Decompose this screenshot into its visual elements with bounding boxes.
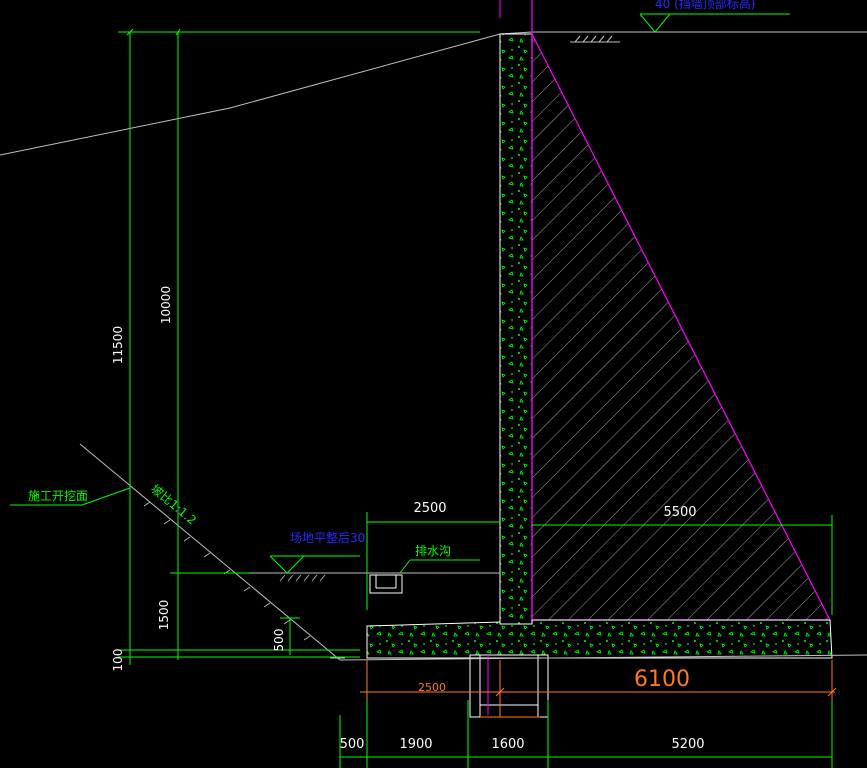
drain-label: 排水沟 <box>415 544 451 558</box>
base-dimension-orange <box>360 660 837 700</box>
dim-left-width: 2500 <box>413 501 446 516</box>
dim-wall-height: 10000 <box>159 286 173 324</box>
dim-base-total: 6100 <box>634 667 690 692</box>
dim-right-width: 5500 <box>663 505 696 520</box>
site-level-hatch <box>279 574 326 582</box>
excavation-label: 施工开挖面 <box>28 488 88 503</box>
shear-key <box>469 654 549 718</box>
dim-100: 100 <box>111 649 125 672</box>
base-slab <box>366 619 833 659</box>
backfill-wedge <box>531 33 831 621</box>
top-ground-hatch <box>570 35 620 43</box>
vertical-dimensions <box>118 28 480 665</box>
site-level-label: 场地平整后30 <box>290 530 365 545</box>
dim-bottom-500: 500 <box>340 737 365 752</box>
dim-total-height: 11500 <box>111 326 125 364</box>
excavation-slope <box>79 443 341 661</box>
top-level-label: 40 (挡墙顶部标高) <box>655 0 755 11</box>
dim-bottom-1600: 1600 <box>491 737 524 752</box>
drain-ditch <box>369 574 403 594</box>
drain-label-leader: 排水沟 <box>399 544 480 574</box>
dim-heel-height: 1500 <box>157 600 171 631</box>
slope-ratio-label: 坡比1:1.2 <box>148 482 199 528</box>
dim-bottom-1900: 1900 <box>399 737 432 752</box>
retaining-wall-section-drawing: 40 (挡墙顶部标高) 场地平整后30 排水沟 施工开挖面 坡比1:1.2 11… <box>0 0 867 768</box>
dim-base-left: 2500 <box>418 681 446 694</box>
excavation-label-leader: 施工开挖面 <box>10 487 131 506</box>
site-level-marker: 场地平整后30 <box>269 530 365 574</box>
dim-500-vertical: 500 <box>272 629 286 652</box>
top-level-marker: 40 (挡墙顶部标高) <box>639 0 790 33</box>
dim-bottom-5200: 5200 <box>671 737 704 752</box>
wall-stem <box>499 33 533 625</box>
